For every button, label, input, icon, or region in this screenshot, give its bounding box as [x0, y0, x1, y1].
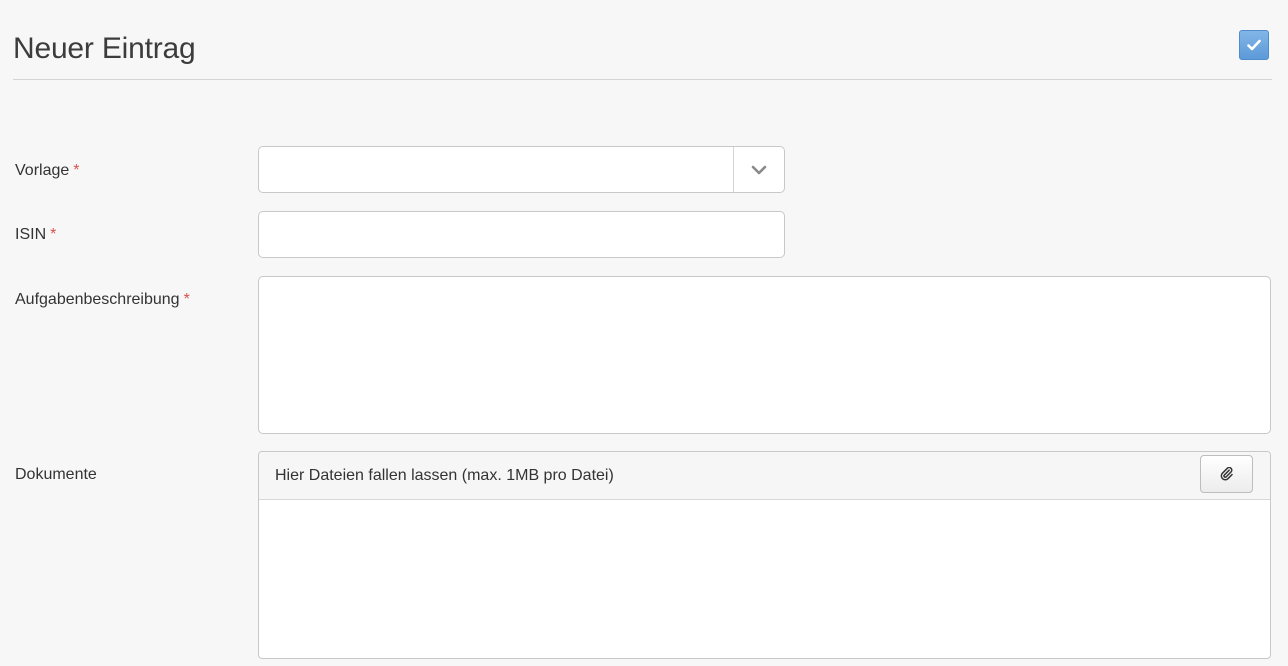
chevron-down-icon [751, 165, 767, 174]
isin-label-text: ISIN [15, 226, 47, 243]
dropzone-header: Hier Dateien fallen lassen (max. 1MB pro… [259, 452, 1270, 500]
page-title: Neuer Eintrag [13, 32, 196, 65]
aufgabenbeschreibung-label-text: Aufgabenbeschreibung [15, 291, 180, 308]
attach-file-button[interactable] [1200, 455, 1253, 493]
document-dropzone[interactable]: Hier Dateien fallen lassen (max. 1MB pro… [258, 451, 1271, 659]
dropzone-hint: Hier Dateien fallen lassen (max. 1MB pro… [275, 467, 614, 484]
vorlage-label: Vorlage * [15, 161, 80, 181]
aufgabenbeschreibung-textarea[interactable] [258, 276, 1271, 434]
vorlage-label-text: Vorlage [15, 162, 70, 179]
required-mark: * [73, 162, 80, 179]
required-mark: * [183, 291, 190, 308]
page-header: Neuer Eintrag [13, 0, 1272, 80]
isin-input[interactable] [258, 211, 785, 258]
vorlage-select[interactable] [258, 146, 785, 193]
check-icon [1247, 39, 1261, 51]
page: Neuer Eintrag Vorlage * ISIN * Aufgabenbes… [0, 0, 1288, 666]
required-mark: * [50, 226, 57, 243]
dokumente-label: Dokumente [15, 466, 97, 483]
vorlage-dropdown-toggle[interactable] [733, 147, 784, 192]
save-button[interactable] [1239, 30, 1269, 60]
isin-label: ISIN * [15, 225, 56, 245]
aufgabenbeschreibung-label: Aufgabenbeschreibung * [15, 290, 190, 310]
paperclip-icon [1220, 467, 1233, 481]
